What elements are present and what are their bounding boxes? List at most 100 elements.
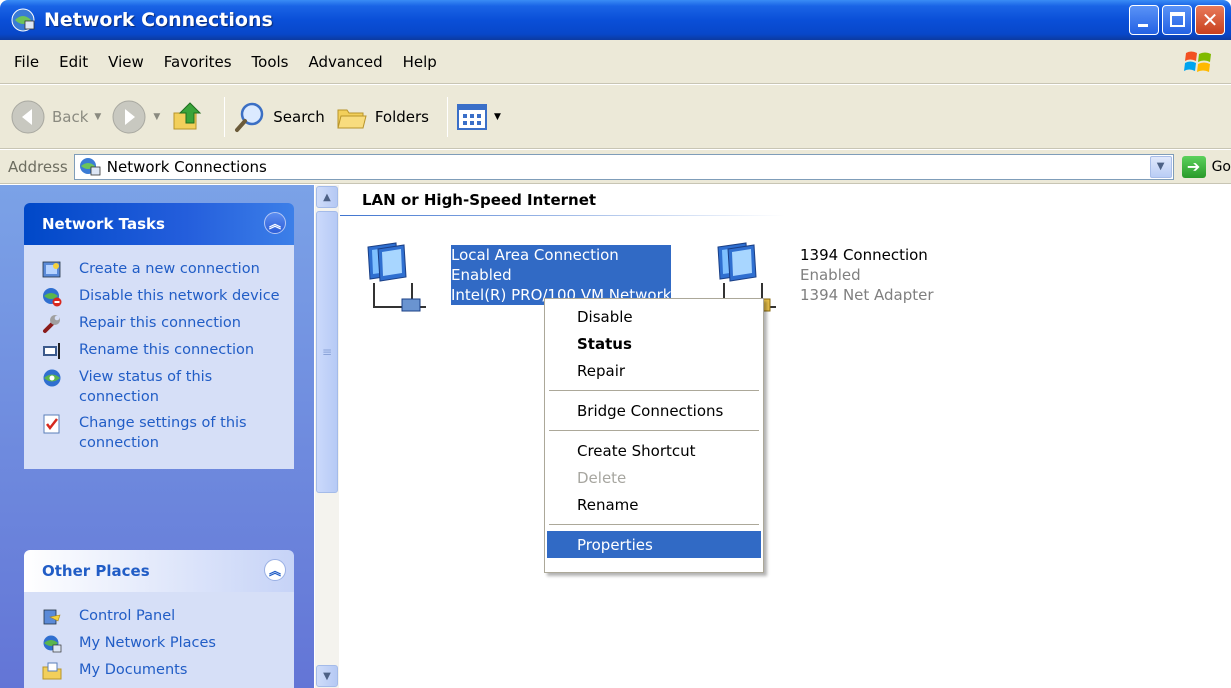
network-connections-icon (79, 157, 101, 175)
group-divider (340, 215, 785, 216)
group-heading: LAN or High-Speed Internet (362, 191, 597, 209)
grip-icon: ≡ (321, 345, 333, 359)
task-pane-scrollbar[interactable]: ▲ ≡ ▼ (315, 185, 339, 688)
menu-favorites[interactable]: Favorites (154, 53, 242, 71)
place-label: My Network Places (79, 635, 216, 651)
toolbar-separator (224, 96, 226, 137)
scroll-thumb[interactable]: ≡ (316, 211, 338, 493)
task-label: Disable this network device (79, 288, 280, 304)
lan-connection-icon[interactable] (364, 239, 434, 313)
forward-arrow-icon (112, 100, 146, 133)
back-label: Back (52, 107, 89, 126)
menu-edit[interactable]: Edit (49, 53, 98, 71)
place-my-network-places[interactable]: My Network Places (42, 633, 286, 654)
go-arrow-icon: ➔ (1181, 155, 1206, 178)
task-repair-connection[interactable]: Repair this connection (42, 313, 286, 334)
menu-bar: File Edit View Favorites Tools Advanced … (0, 40, 1231, 84)
connections-view: LAN or High-Speed Internet Local Area Co… (340, 185, 1231, 688)
menu-file[interactable]: File (4, 53, 49, 71)
view-status-icon (43, 369, 61, 387)
connection-adapter: 1394 Net Adapter (800, 286, 934, 304)
forward-dropdown-icon[interactable]: ▼ (153, 112, 160, 122)
minimize-button[interactable] (1129, 5, 1159, 35)
folders-icon (337, 109, 367, 128)
task-change-settings[interactable]: Change settings of this connection (42, 413, 286, 453)
scroll-up-button[interactable]: ▲ (316, 186, 338, 208)
menu-item-delete: Delete (577, 468, 627, 487)
menu-item-disable[interactable]: Disable (547, 303, 761, 330)
menu-help[interactable]: Help (393, 53, 447, 71)
chevron-up-icon: ︽ (268, 216, 281, 231)
repair-wrench-icon (43, 315, 60, 333)
place-control-panel[interactable]: Control Panel (42, 606, 286, 627)
network-tasks-panel: Network Tasks ︽ Create a new connection (24, 203, 294, 469)
connection-status: Enabled (451, 265, 672, 285)
search-label: Search (273, 107, 325, 126)
place-my-documents[interactable]: My Documents (42, 660, 286, 681)
task-label: Repair this connection (79, 315, 241, 331)
context-menu: Disable Status Repair Bridge Connections… (544, 298, 764, 573)
task-label: Rename this connection (79, 342, 255, 358)
address-dropdown-button[interactable]: ▼ (1149, 155, 1172, 178)
network-connections-icon (11, 8, 35, 32)
place-label: Control Panel (79, 608, 176, 624)
control-panel-icon (43, 609, 61, 625)
address-input[interactable]: Network Connections ▼ (73, 153, 1174, 180)
place-label: My Documents (79, 662, 188, 678)
address-value: Network Connections (106, 157, 267, 176)
menu-item-repair[interactable]: Repair (547, 357, 761, 384)
windows-logo-icon (1184, 51, 1211, 72)
collapse-other-places-button[interactable]: ︽ (264, 559, 286, 581)
other-places-header[interactable]: Other Places ︽ (24, 550, 294, 592)
search-icon (235, 102, 264, 132)
rename-icon (43, 343, 60, 359)
new-connection-icon (42, 261, 61, 278)
network-tasks-title: Network Tasks (42, 215, 165, 233)
go-button[interactable]: ➔ Go (1181, 155, 1231, 178)
menu-item-properties[interactable]: Properties (547, 531, 761, 558)
menu-item-status[interactable]: Status (547, 330, 761, 357)
forward-button[interactable]: ▼ (111, 99, 160, 135)
toolbar-separator (446, 96, 448, 137)
back-arrow-icon (11, 100, 45, 133)
views-dropdown-icon[interactable]: ▼ (494, 112, 501, 122)
views-button[interactable]: ▼ (456, 102, 501, 132)
collapse-network-tasks-button[interactable]: ︽ (264, 212, 286, 234)
chevron-down-icon: ▼ (1156, 161, 1165, 172)
task-view-status[interactable]: View status of this connection (42, 367, 286, 407)
network-places-icon (43, 635, 62, 653)
disable-device-icon (43, 288, 62, 307)
menu-item-create-shortcut[interactable]: Create Shortcut (547, 437, 761, 464)
close-button[interactable]: ✕ (1195, 5, 1225, 35)
menu-item-rename[interactable]: Rename (547, 491, 761, 518)
connection-name: 1394 Connection (800, 246, 928, 264)
1394-connection-label[interactable]: 1394 Connection Enabled 1394 Net Adapter (800, 245, 934, 305)
folders-label: Folders (374, 107, 429, 126)
menu-advanced[interactable]: Advanced (299, 53, 393, 71)
maximize-button[interactable] (1162, 5, 1192, 35)
task-disable-device[interactable]: Disable this network device (42, 286, 286, 307)
back-button[interactable]: Back ▼ (10, 99, 101, 135)
menu-separator (549, 430, 759, 431)
window-title: Network Connections (44, 9, 273, 31)
task-label: Change settings of this connection (79, 415, 247, 451)
folders-button[interactable]: Folders (335, 100, 429, 134)
menu-view[interactable]: View (98, 53, 154, 71)
change-settings-icon (43, 414, 60, 434)
network-tasks-header[interactable]: Network Tasks ︽ (24, 203, 294, 245)
title-bar[interactable]: Network Connections ✕ (0, 0, 1231, 40)
network-tasks-list: Create a new connection Disable this net… (24, 245, 294, 469)
chevron-down-icon: ▼ (323, 670, 331, 682)
back-dropdown-icon[interactable]: ▼ (94, 112, 101, 122)
lan-connection-label[interactable]: Local Area Connection Enabled Intel(R) P… (451, 245, 672, 305)
toolbar: Back ▼ ▼ Search Folders ▼ (0, 85, 1231, 149)
search-button[interactable]: Search (233, 100, 325, 134)
task-label: View status of this connection (79, 369, 213, 405)
scroll-down-button[interactable]: ▼ (316, 665, 338, 687)
menu-item-bridge-connections[interactable]: Bridge Connections (547, 397, 761, 424)
task-create-connection[interactable]: Create a new connection (42, 259, 286, 280)
task-rename-connection[interactable]: Rename this connection (42, 340, 286, 361)
up-folder-button[interactable] (170, 99, 206, 135)
menu-tools[interactable]: Tools (242, 53, 299, 71)
close-icon: ✕ (1201, 8, 1219, 32)
